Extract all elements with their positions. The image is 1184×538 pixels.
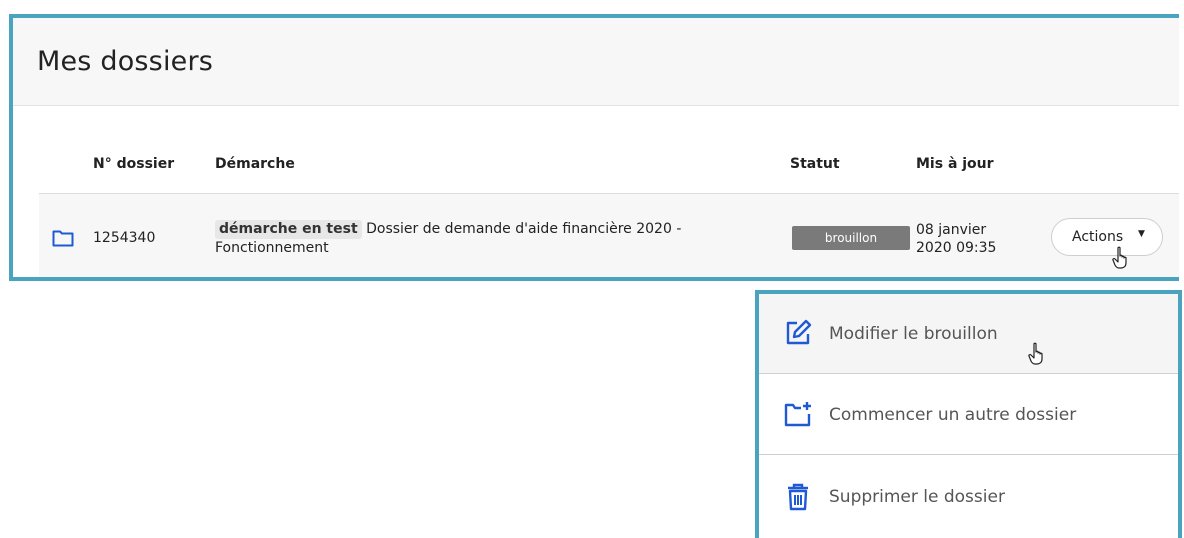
edit-icon [786,319,812,345]
updated-cell: 08 janvier 2020 09:35 [916,221,996,257]
test-procedure-badge: démarche en test [215,220,362,239]
file-number[interactable]: 1254340 [93,230,155,246]
hand-pointer-icon [1112,246,1127,269]
procedure-name-line2: Fonctionnement [215,240,329,256]
menu-item-label: Commencer un autre dossier [829,404,1077,425]
menu-item-label: Supprimer le dossier [829,487,1005,507]
updated-date: 08 janvier [916,222,987,238]
procedure-cell[interactable]: démarche en test Dossier de demande d'ai… [215,220,735,258]
menu-item-edit-draft[interactable]: Modifier le brouillon [759,294,1178,374]
trash-icon [788,483,808,511]
actions-label: Actions [1072,229,1124,245]
column-header-number: N° dossier [93,156,175,172]
folder-icon [52,230,74,247]
my-files-panel: Mes dossiers N° dossier Démarche Statut … [9,14,1179,281]
chevron-down-icon: ▼ [1138,229,1145,239]
actions-dropdown-menu: Modifier le brouillon Commencer un autre… [755,290,1182,538]
actions-button[interactable]: Actions ▼ [1051,218,1163,256]
status-badge: brouillon [792,226,910,250]
procedure-name-line1: Dossier de demande d'aide financière 202… [366,221,682,237]
updated-time: 2020 09:35 [916,240,997,256]
menu-item-label: Modifier le brouillon [829,323,998,344]
column-header-updated: Mis à jour [916,156,994,172]
page-title: Mes dossiers [37,46,214,77]
menu-item-delete-file[interactable]: Supprimer le dossier [759,457,1178,537]
hand-pointer-icon [1028,342,1043,365]
panel-header: Mes dossiers [13,18,1179,106]
column-header-status: Statut [790,156,840,172]
column-header-procedure: Démarche [215,156,295,172]
menu-item-new-file[interactable]: Commencer un autre dossier [759,375,1178,455]
new-folder-icon [784,402,811,427]
